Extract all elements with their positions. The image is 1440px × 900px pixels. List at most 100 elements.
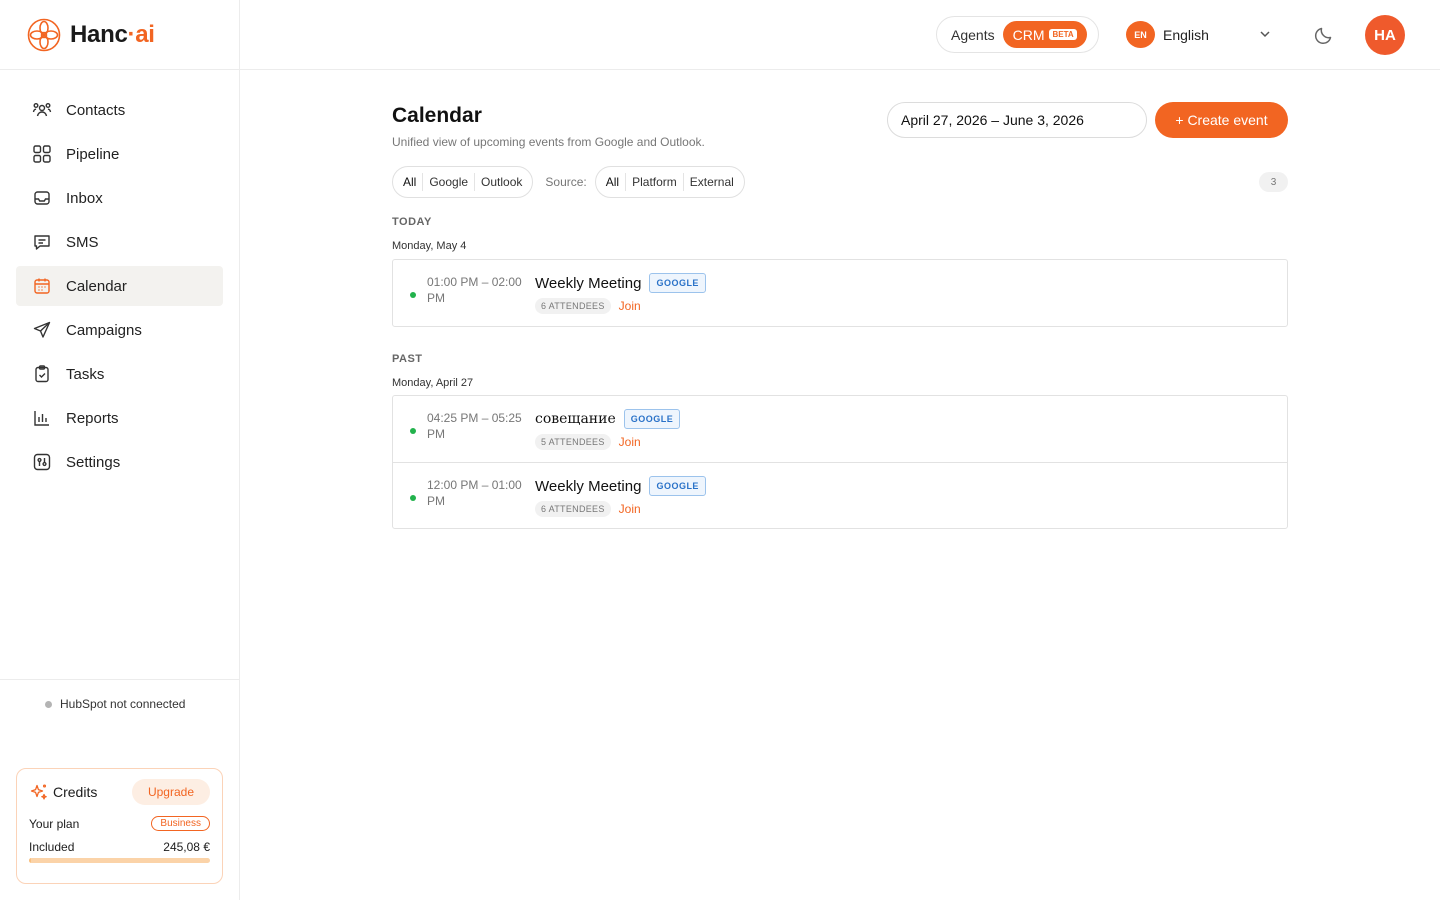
provider-badge: GOOGLE: [623, 409, 681, 429]
provider-filter-outlook[interactable]: Outlook: [474, 173, 528, 191]
source-filter: All Platform External: [594, 166, 745, 198]
plan-label: Your plan: [29, 816, 80, 831]
brand-name: Hanc·ai: [70, 20, 155, 48]
sidebar-item-sms[interactable]: SMS: [16, 222, 223, 262]
sidebar-item-calendar[interactable]: Calendar: [16, 266, 223, 306]
sidebar-item-label: Campaigns: [66, 321, 142, 339]
create-event-button[interactable]: + Create event: [1155, 102, 1288, 138]
sidebar-item-reports[interactable]: Reports: [16, 398, 223, 438]
join-link[interactable]: Join: [619, 299, 641, 313]
sidebar-item-tasks[interactable]: Tasks: [16, 354, 223, 394]
event-count-badge: 3: [1259, 172, 1288, 192]
sidebar-item-inbox[interactable]: Inbox: [16, 178, 223, 218]
pipeline-icon: [33, 145, 51, 163]
event-title: совещание: [535, 411, 616, 427]
event-list-past: 04:25 PM – 05:25 PM совещание GOOGLE 5 A…: [392, 395, 1288, 529]
contacts-icon: [32, 103, 52, 117]
sidebar-item-label: Inbox: [66, 189, 103, 207]
mode-crm-tab[interactable]: CRM BETA: [1002, 21, 1087, 48]
brand-logo[interactable]: Hanc·ai: [0, 0, 239, 70]
date-range-picker[interactable]: April 27, 2026 – June 3, 2026: [887, 102, 1147, 138]
provider-filter-all[interactable]: All: [397, 173, 422, 191]
sidebar-item-label: Calendar: [66, 277, 127, 295]
credits-progress-bar: [29, 858, 210, 863]
hubspot-status[interactable]: HubSpot not connected: [45, 697, 185, 711]
sidebar-item-settings[interactable]: Settings: [16, 442, 223, 482]
sidebar-item-contacts[interactable]: Contacts: [16, 90, 223, 130]
sidebar-item-label: Settings: [66, 453, 121, 471]
send-icon: [33, 321, 51, 338]
sidebar-item-label: Reports: [66, 409, 119, 427]
join-link[interactable]: Join: [619, 502, 641, 516]
chevron-down-icon[interactable]: [1258, 27, 1272, 41]
event-status-dot: [410, 495, 416, 501]
event-row[interactable]: 04:25 PM – 05:25 PM совещание GOOGLE 5 A…: [393, 396, 1287, 462]
sidebar-nav: Contacts Pipeline Inbox SMS Calendar Cam…: [0, 70, 239, 482]
mode-agents-tab[interactable]: Agents: [940, 27, 1003, 43]
sidebar: Hanc·ai Contacts Pipeline Inbox SMS Cale…: [0, 0, 240, 900]
sidebar-item-label: Contacts: [66, 101, 126, 119]
event-time: 12:00 PM – 01:00 PM: [427, 478, 522, 508]
plan-badge: Business: [151, 816, 210, 831]
upgrade-button[interactable]: Upgrade: [131, 779, 210, 805]
flower-logo-icon: [27, 18, 61, 51]
sidebar-item-label: Pipeline: [66, 145, 120, 163]
source-filter-label: Source:: [545, 175, 587, 189]
provider-filter: All Google Outlook: [392, 166, 534, 198]
language-code-badge: EN: [1126, 21, 1155, 48]
event-time: 01:00 PM – 02:00 PM: [427, 275, 522, 305]
event-status-dot: [410, 428, 416, 434]
language-name: English: [1163, 26, 1209, 43]
join-link[interactable]: Join: [619, 435, 641, 449]
event-title: Weekly Meeting: [535, 477, 642, 495]
provider-filter-google[interactable]: Google: [422, 173, 474, 191]
source-filter-all[interactable]: All: [600, 173, 625, 191]
provider-badge: GOOGLE: [649, 273, 706, 293]
hubspot-status-text: HubSpot not connected: [60, 697, 186, 711]
included-label: Included: [29, 840, 75, 854]
settings-icon: [33, 453, 51, 471]
sms-icon: [34, 235, 50, 250]
source-filter-platform[interactable]: Platform: [625, 173, 683, 191]
event-row[interactable]: 12:00 PM – 01:00 PM Weekly Meeting GOOGL…: [393, 462, 1287, 528]
section-label-past: PAST: [392, 353, 423, 365]
moon-icon[interactable]: [1313, 24, 1335, 46]
sparkle-icon: [30, 784, 47, 800]
attendees-badge: 5 ATTENDEES: [535, 434, 611, 450]
source-filter-external[interactable]: External: [682, 173, 740, 191]
mode-toggle[interactable]: Agents CRM BETA: [936, 16, 1099, 53]
language-selector[interactable]: EN English: [1126, 21, 1209, 48]
event-status-dot: [410, 292, 416, 298]
sidebar-item-pipeline[interactable]: Pipeline: [16, 134, 223, 174]
mode-crm-label: CRM: [1012, 26, 1045, 43]
event-time: 04:25 PM – 05:25 PM: [427, 411, 522, 441]
filter-bar: All Google Outlook Source: All Platform …: [392, 166, 745, 198]
section-label-today: TODAY: [392, 216, 432, 228]
event-title: Weekly Meeting: [535, 274, 642, 292]
day-label: Monday, May 4: [392, 240, 467, 252]
page-subtitle: Unified view of upcoming events from Goo…: [392, 135, 705, 149]
sidebar-item-campaigns[interactable]: Campaigns: [16, 310, 223, 350]
clipboard-icon: [35, 365, 49, 383]
status-dot: [45, 700, 52, 708]
attendees-badge: 6 ATTENDEES: [535, 501, 611, 517]
event-list-today: 01:00 PM – 02:00 PM Weekly Meeting GOOGL…: [392, 259, 1288, 327]
day-label: Monday, April 27: [392, 377, 474, 389]
sidebar-item-label: Tasks: [66, 365, 105, 383]
included-value: 245,08 €: [163, 840, 210, 854]
top-bar: Agents CRM BETA EN English HA: [240, 0, 1440, 70]
event-row[interactable]: 01:00 PM – 02:00 PM Weekly Meeting GOOGL…: [393, 260, 1287, 326]
calendar-icon: [34, 278, 50, 294]
credits-progress-fill: [29, 858, 31, 863]
sidebar-divider: [0, 679, 239, 680]
user-avatar[interactable]: HA: [1365, 15, 1405, 55]
credits-card: Credits Upgrade Your plan Business Inclu…: [16, 768, 223, 884]
attendees-badge: 6 ATTENDEES: [535, 298, 611, 314]
beta-badge: BETA: [1049, 29, 1077, 40]
provider-badge: GOOGLE: [649, 476, 706, 496]
bar-chart-icon: [34, 411, 49, 426]
sidebar-item-label: SMS: [66, 233, 99, 251]
page-title: Calendar: [392, 104, 482, 127]
credits-title: Credits: [53, 784, 98, 800]
inbox-icon: [34, 191, 50, 205]
